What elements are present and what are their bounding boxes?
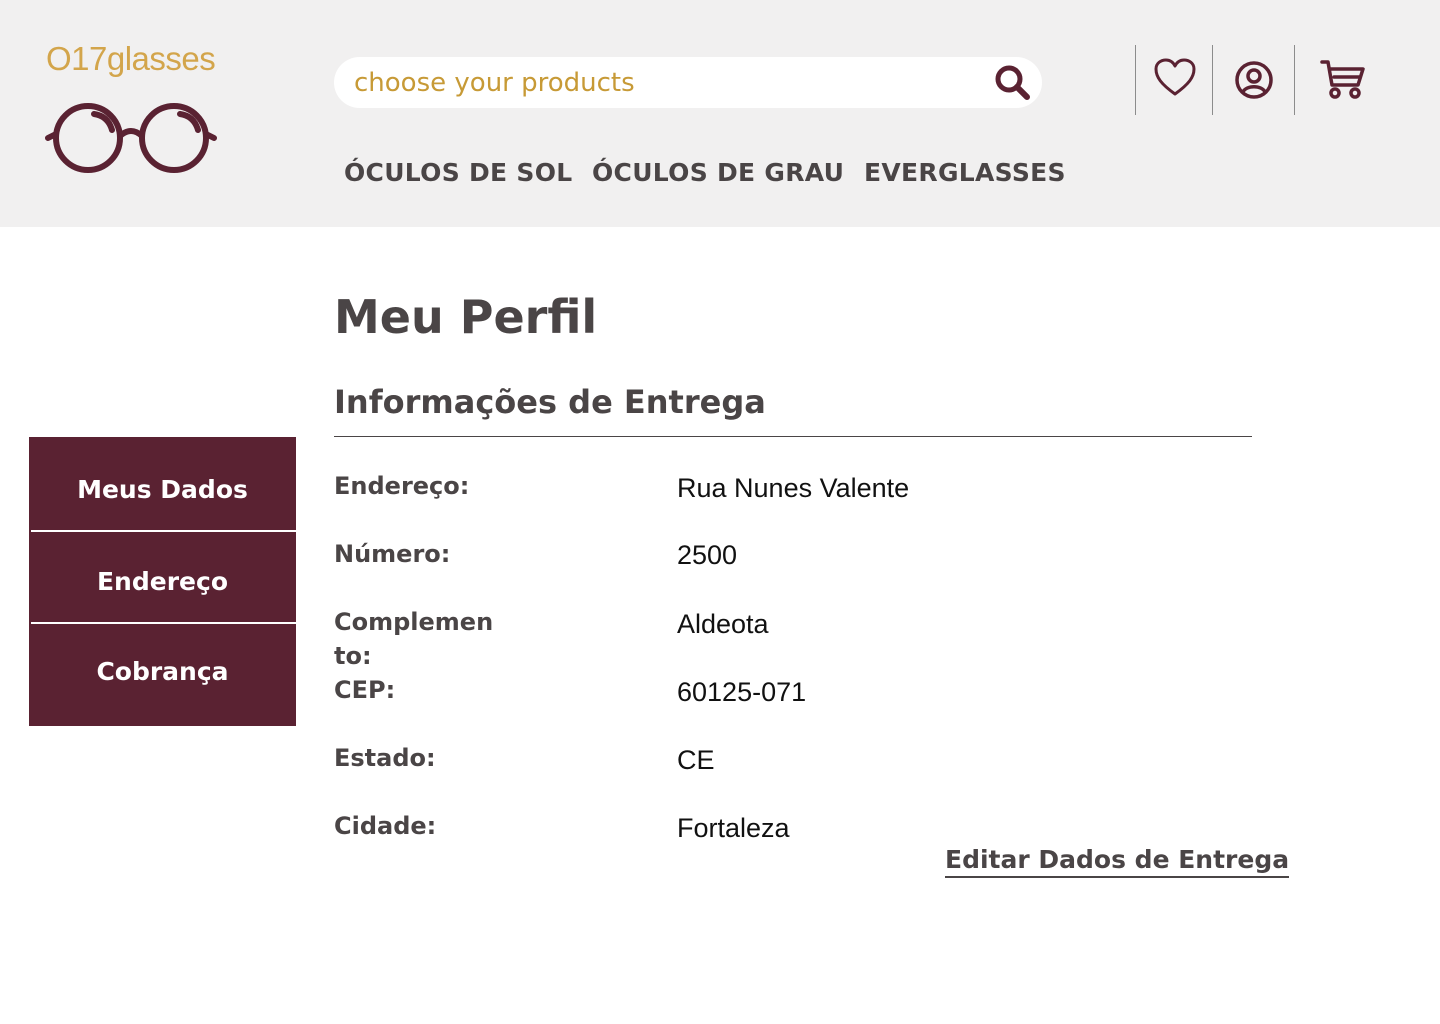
field-value-estado: CE (677, 745, 715, 775)
section-title: Informações de Entrega (334, 383, 766, 421)
nav-everglasses[interactable]: EVERGLASSES (864, 158, 1066, 187)
header-divider (1212, 45, 1213, 115)
field-value-cidade: Fortaleza (677, 813, 790, 843)
field-label-cidade: Cidade: (334, 812, 437, 840)
sidebar-item-cobranca[interactable]: Cobrança (29, 657, 296, 686)
section-divider (334, 436, 1252, 437)
cart-icon[interactable] (1320, 59, 1366, 101)
header-divider (1135, 45, 1136, 115)
sidebar-divider (31, 530, 296, 532)
header-divider (1294, 45, 1295, 115)
field-label-cep: CEP: (334, 676, 396, 704)
field-value-endereco: Rua Nunes Valente (677, 473, 910, 503)
user-icon[interactable] (1234, 60, 1274, 100)
profile-side-menu: Meus Dados Endereço Cobrança (29, 437, 296, 726)
field-value-numero: 2500 (677, 540, 738, 570)
page-title: Meu Perfil (334, 290, 598, 344)
search-bar (334, 57, 1042, 108)
glasses-logo-icon[interactable] (44, 100, 218, 176)
field-label-numero: Número: (334, 540, 451, 568)
sidebar-item-meus-dados[interactable]: Meus Dados (29, 475, 296, 504)
sidebar-divider (31, 622, 296, 624)
nav-oculos-de-sol[interactable]: ÓCULOS DE SOL (344, 158, 573, 187)
search-input[interactable] (354, 63, 974, 103)
heart-icon[interactable] (1153, 57, 1197, 97)
field-label-complemento: Complemento: (334, 608, 494, 670)
field-label-estado: Estado: (334, 744, 436, 772)
field-value-complemento: Aldeota (677, 609, 769, 639)
field-label-endereco: Endereço: (334, 472, 470, 500)
field-value-cep: 60125-071 (677, 677, 807, 707)
brand-logo-text[interactable]: O17glasses (46, 40, 216, 78)
edit-delivery-link[interactable]: Editar Dados de Entrega (945, 845, 1290, 878)
sidebar-item-endereco[interactable]: Endereço (29, 567, 296, 596)
site-header: O17glasses ÓCUL (0, 0, 1440, 227)
nav-oculos-de-grau[interactable]: ÓCULOS DE GRAU (592, 158, 844, 187)
search-icon[interactable] (992, 62, 1032, 102)
